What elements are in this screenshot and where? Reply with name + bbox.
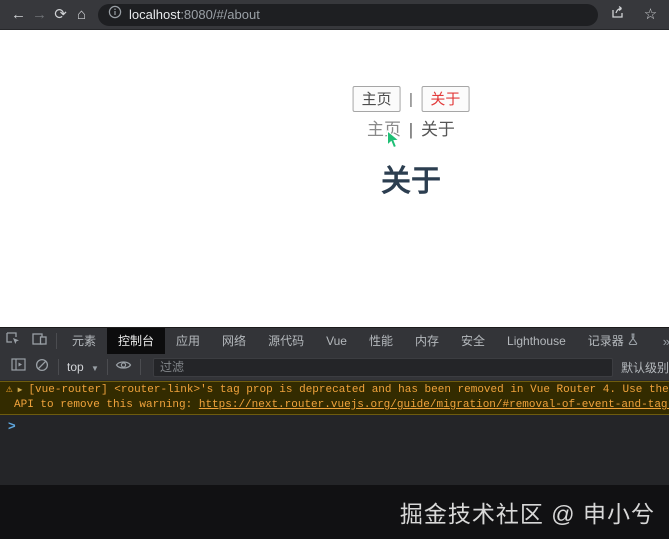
url-path: :8080/#/about (180, 7, 260, 22)
warning-line-2: API to remove this warning: https://next… (6, 398, 669, 412)
forward-icon[interactable]: → (29, 7, 50, 22)
vue-app-content: 主页 | 关于 主页 | 关于 关于 (352, 86, 470, 200)
tab-recorder-label: 记录器 (587, 333, 624, 348)
share-icon[interactable] (610, 4, 626, 25)
home-icon[interactable]: ⌂ (71, 7, 92, 22)
tab-sources[interactable]: 源代码 (257, 328, 315, 354)
about-router-button[interactable]: 关于 (421, 86, 470, 112)
about-link[interactable]: 关于 (421, 120, 455, 139)
console-sidebar-icon[interactable] (6, 358, 30, 376)
tab-console[interactable]: 控制台 (107, 328, 166, 354)
warning-line-1: ⚠ ▶ [vue-router] <router-link>'s tag prop … (6, 383, 669, 398)
experiment-flask-icon (628, 328, 638, 354)
console-filter-input[interactable] (152, 357, 613, 377)
console-input-area[interactable]: > (0, 415, 669, 485)
context-selector-label: top (67, 360, 84, 374)
bookmark-star-icon[interactable]: ☆ (640, 7, 661, 22)
warning-triangle-icon: ⚠ (6, 384, 13, 396)
tab-recorder[interactable]: 记录器 (577, 328, 649, 354)
site-info-icon[interactable] (108, 5, 122, 24)
inspect-element-icon[interactable] (0, 331, 26, 351)
home-router-button[interactable]: 主页 (352, 86, 401, 112)
router-button-row: 主页 | 关于 (352, 86, 470, 112)
page-title: 关于 (381, 165, 441, 198)
expand-arrow-icon[interactable]: ▶ (18, 386, 23, 395)
clear-console-icon[interactable] (30, 358, 54, 377)
video-bottom-bar: 掘金技术社区 @ 申小兮 (0, 485, 669, 539)
divider (106, 359, 108, 375)
url-text: localhost:8080/#/about (129, 7, 260, 22)
log-level-dropdown[interactable]: 默认级别 (621, 359, 669, 376)
device-toolbar-icon[interactable] (26, 332, 52, 351)
live-expression-eye-icon[interactable] (112, 358, 136, 376)
divider (56, 333, 57, 349)
console-warning-message: ⚠ ▶ [vue-router] <router-link>'s tag prop … (0, 381, 669, 415)
context-selector[interactable]: top ▼ (63, 360, 103, 374)
tab-application[interactable]: 应用 (165, 328, 211, 354)
tab-security[interactable]: 安全 (450, 328, 496, 354)
mouse-cursor-icon (387, 130, 401, 149)
address-bar[interactable]: localhost:8080/#/about (98, 3, 598, 26)
warning-text-1: [vue-router] <router-link>'s tag prop is… (28, 384, 669, 396)
page-viewport: 主页 | 关于 主页 | 关于 关于 (0, 30, 669, 327)
link-separator: | (408, 120, 414, 139)
screen: ← → ⟳ ⌂ localhost:8080/#/about ☆ 主页 | 关于… (0, 0, 669, 539)
back-icon[interactable]: ← (8, 7, 29, 22)
divider (58, 359, 59, 375)
tab-memory[interactable]: 内存 (404, 328, 450, 354)
tab-vue[interactable]: Vue (315, 328, 358, 354)
router-link-row: 主页 | 关于 (353, 115, 470, 140)
migration-guide-link[interactable]: https://next.router.vuejs.org/guide/migr… (199, 399, 669, 411)
refresh-icon[interactable]: ⟳ (50, 7, 71, 22)
tab-performance[interactable]: 性能 (358, 328, 404, 354)
divider (139, 359, 141, 375)
url-host: localhost (129, 7, 181, 22)
browser-toolbar: ← → ⟳ ⌂ localhost:8080/#/about ☆ (0, 0, 669, 30)
tab-network[interactable]: 网络 (211, 328, 257, 354)
devtools-tabbar: 元素 控制台 应用 网络 源代码 Vue 性能 内存 安全 Lighthouse… (0, 327, 669, 354)
devtools-panel: 元素 控制台 应用 网络 源代码 Vue 性能 内存 安全 Lighthouse… (0, 327, 669, 485)
console-toolbar: top ▼ 默认级别 (0, 354, 669, 381)
warning-text-2: API to remove this warning: (14, 399, 199, 411)
console-prompt-chevron-icon: > (8, 418, 16, 433)
tab-elements[interactable]: 元素 (61, 328, 107, 354)
chevron-down-icon: ▼ (91, 364, 99, 373)
button-separator: | (409, 91, 413, 108)
more-tabs-icon[interactable]: » (663, 334, 669, 349)
watermark-text: 掘金技术社区 @ 申小兮 (399, 501, 655, 527)
tab-lighthouse[interactable]: Lighthouse (496, 328, 577, 354)
